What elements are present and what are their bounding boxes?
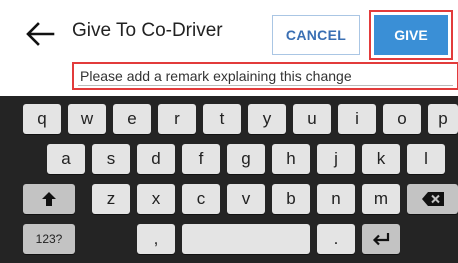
key-x[interactable]: x	[137, 184, 175, 214]
key-u[interactable]: u	[293, 104, 331, 134]
back-button[interactable]	[22, 16, 58, 52]
key-h[interactable]: h	[272, 144, 310, 174]
enter-key[interactable]	[362, 224, 400, 254]
shift-icon	[42, 192, 56, 206]
key-p[interactable]: p	[428, 104, 458, 134]
key-m[interactable]: m	[362, 184, 400, 214]
backspace-icon	[421, 192, 444, 206]
key-e[interactable]: e	[113, 104, 151, 134]
key-r[interactable]: r	[158, 104, 196, 134]
key-y[interactable]: y	[248, 104, 286, 134]
keyboard: q w e r t y u i o p a s d f g h j k l z …	[0, 96, 458, 263]
key-j[interactable]: j	[317, 144, 355, 174]
shift-key[interactable]	[23, 184, 75, 214]
give-button[interactable]: GIVE	[374, 15, 448, 55]
key-s[interactable]: s	[92, 144, 130, 174]
key-b[interactable]: b	[272, 184, 310, 214]
cancel-button[interactable]: CANCEL	[272, 15, 360, 55]
comma-key[interactable]: ,	[137, 224, 175, 254]
key-w[interactable]: w	[68, 104, 106, 134]
remark-field-highlight	[72, 62, 458, 90]
key-o[interactable]: o	[383, 104, 421, 134]
key-c[interactable]: c	[182, 184, 220, 214]
key-l[interactable]: l	[407, 144, 445, 174]
enter-icon	[372, 233, 390, 246]
give-button-highlight: GIVE	[369, 10, 453, 60]
backspace-key[interactable]	[407, 184, 458, 214]
key-n[interactable]: n	[317, 184, 355, 214]
remark-input[interactable]	[78, 66, 453, 86]
key-d[interactable]: d	[137, 144, 175, 174]
key-v[interactable]: v	[227, 184, 265, 214]
page-title: Give To Co-Driver	[72, 20, 223, 41]
period-key[interactable]: .	[317, 224, 355, 254]
numbers-key[interactable]: 123?	[23, 224, 75, 254]
arrow-left-icon	[26, 22, 55, 46]
key-k[interactable]: k	[362, 144, 400, 174]
key-i[interactable]: i	[338, 104, 376, 134]
key-g[interactable]: g	[227, 144, 265, 174]
space-key[interactable]	[182, 224, 310, 254]
key-z[interactable]: z	[92, 184, 130, 214]
key-a[interactable]: a	[47, 144, 85, 174]
key-t[interactable]: t	[203, 104, 241, 134]
key-f[interactable]: f	[182, 144, 220, 174]
key-q[interactable]: q	[23, 104, 61, 134]
